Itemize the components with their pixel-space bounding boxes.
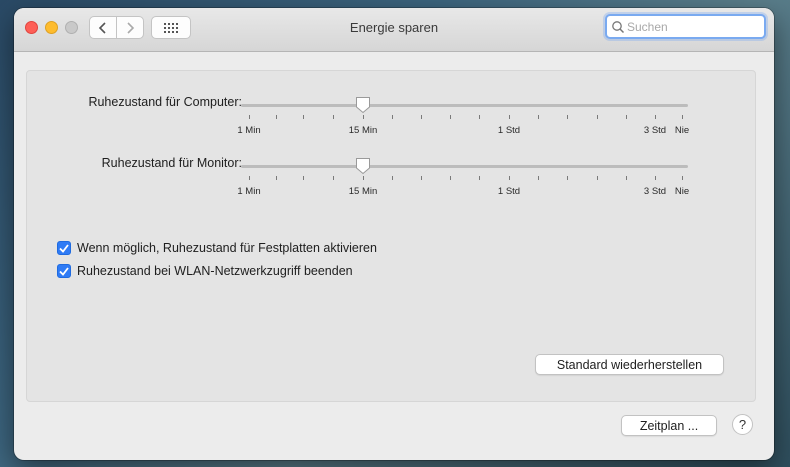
slider-tick [276, 176, 277, 180]
search-input[interactable] [627, 19, 757, 34]
wake-wlan-row[interactable]: Ruhezustand bei WLAN-Netzwerkzugriff bee… [57, 264, 353, 278]
chevron-right-icon [127, 21, 135, 34]
slider-tick [303, 176, 304, 180]
tick-label-1min: 1 Min [237, 186, 261, 197]
magnifier-icon [612, 20, 625, 33]
forward-button[interactable] [116, 16, 144, 39]
preferences-window: Energie sparen Ruhezustand für Computer:… [14, 8, 774, 460]
slider-tick [509, 176, 510, 180]
slider-tick [597, 115, 598, 119]
slider-tick [392, 115, 393, 119]
minimize-button[interactable] [45, 21, 58, 34]
grid-icon [164, 22, 178, 33]
monitor-sleep-slider-knob[interactable] [355, 157, 371, 175]
slider-tick [655, 176, 656, 180]
monitor-sleep-label: Ruhezustand für Monitor: [101, 156, 242, 170]
checkmark-icon [59, 243, 69, 253]
window-title: Energie sparen [349, 20, 439, 35]
tick-label-3std: 3 Std [643, 186, 667, 197]
disk-sleep-row[interactable]: Wenn möglich, Ruhezustand für Festplatte… [57, 241, 377, 255]
slider-tick [249, 115, 250, 119]
slider-tick [450, 115, 451, 119]
computer-sleep-slider-track[interactable] [241, 104, 688, 107]
tick-label-1std: 1 Std [497, 125, 521, 136]
disk-sleep-checkbox[interactable] [57, 241, 71, 255]
slider-tick [450, 176, 451, 180]
slider-tick [333, 176, 334, 180]
slider-tick [538, 115, 539, 119]
back-button[interactable] [89, 16, 117, 39]
slider-tick [392, 176, 393, 180]
show-all-button[interactable] [151, 16, 191, 39]
slider-tick [538, 176, 539, 180]
tick-label-1min: 1 Min [237, 125, 261, 136]
slider-tick [626, 176, 627, 180]
help-button[interactable]: ? [732, 414, 753, 435]
slider-tick [567, 115, 568, 119]
titlebar: Energie sparen [14, 8, 774, 52]
restore-defaults-button[interactable]: Standard wiederherstellen [535, 354, 724, 375]
tick-label-15min: 15 Min [348, 186, 378, 197]
wake-wlan-label: Ruhezustand bei WLAN-Netzwerkzugriff bee… [77, 264, 353, 278]
slider-tick [249, 176, 250, 180]
monitor-sleep-slider-track[interactable] [241, 165, 688, 168]
tick-label-15min: 15 Min [348, 125, 378, 136]
slider-tick [509, 115, 510, 119]
close-button[interactable] [25, 21, 38, 34]
wake-wlan-checkbox[interactable] [57, 264, 71, 278]
settings-panel: Ruhezustand für Computer: 1 Min 15 Min 1… [26, 70, 756, 402]
schedule-button[interactable]: Zeitplan ... [621, 415, 717, 436]
search-field[interactable] [605, 14, 766, 39]
slider-tick [363, 115, 364, 119]
slider-tick [363, 176, 364, 180]
slider-tick [567, 176, 568, 180]
slider-tick [276, 115, 277, 119]
slider-tick [333, 115, 334, 119]
computer-sleep-label: Ruhezustand für Computer: [88, 95, 242, 109]
slider-tick [682, 115, 683, 119]
slider-tick [479, 176, 480, 180]
slider-tick [682, 176, 683, 180]
slider-tick [303, 115, 304, 119]
disk-sleep-label: Wenn möglich, Ruhezustand für Festplatte… [77, 241, 377, 255]
tick-label-nie: Nie [674, 186, 690, 197]
tick-label-nie: Nie [674, 125, 690, 136]
computer-sleep-slider-knob[interactable] [355, 96, 371, 114]
tick-label-3std: 3 Std [643, 125, 667, 136]
slider-tick [597, 176, 598, 180]
slider-tick [421, 115, 422, 119]
slider-tick [421, 176, 422, 180]
chevron-left-icon [98, 21, 106, 34]
checkmark-icon [59, 266, 69, 276]
tick-label-1std: 1 Std [497, 186, 521, 197]
slider-tick [655, 115, 656, 119]
zoom-button[interactable] [65, 21, 78, 34]
slider-tick [479, 115, 480, 119]
slider-tick [626, 115, 627, 119]
